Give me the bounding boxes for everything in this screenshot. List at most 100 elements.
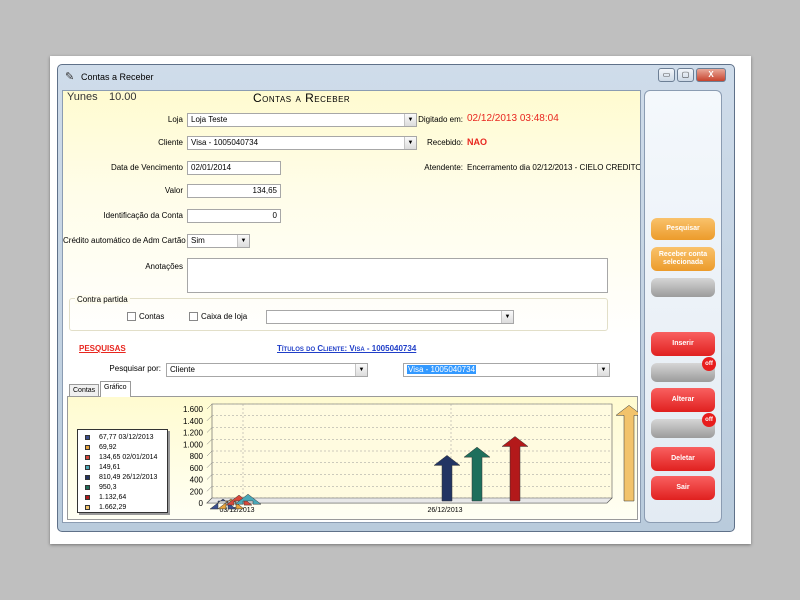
identificacao-label: Identificação da Conta	[103, 211, 183, 220]
credito-value: Sim	[191, 236, 205, 245]
anotacoes-label: Anotações	[145, 262, 183, 271]
legend-label: 950,3	[99, 484, 117, 491]
chevron-down-icon: ▼	[237, 235, 249, 247]
pesquisar-por-select[interactable]: Cliente ▼	[166, 363, 368, 377]
legend-swatch	[85, 465, 90, 470]
minimize-button[interactable]: ▭	[658, 68, 675, 82]
tab-grafico[interactable]: Gráfico	[100, 381, 131, 397]
contra-partida-title: Contra partida	[75, 295, 130, 304]
off-badge-2: off	[702, 413, 716, 427]
y-tick-label: 1.400	[183, 417, 204, 426]
title-bar: ✎ Contas a Receber ▭ ▢ X	[58, 65, 734, 88]
valor-input[interactable]: 134,65	[187, 184, 281, 198]
pesquisar-por-label: Pesquisar por:	[109, 364, 161, 373]
y-tick-label: 1.000	[183, 440, 204, 449]
titulos-link[interactable]: Títulos do Cliente: Visa - 1005040734	[277, 344, 416, 353]
atendente-value: Encerramento dia 02/12/2013 - CIELO CRED…	[467, 163, 641, 172]
y-tick-label: 200	[190, 487, 204, 496]
legend-entry: 67,77 03/12/2013	[82, 433, 168, 442]
y-tick-label: 800	[190, 452, 204, 461]
grid-tick	[206, 474, 213, 480]
grid-tick	[206, 450, 213, 457]
legend-entry: 950,3	[82, 483, 168, 492]
y-tick-label: 0	[199, 499, 204, 508]
vencimento-input[interactable]: 02/01/2014	[187, 161, 281, 175]
legend-entry: 810,49 26/12/2013	[82, 473, 168, 482]
maximize-button[interactable]: ▢	[677, 68, 694, 82]
caixa-checkbox[interactable]	[189, 312, 198, 321]
digitado-label: Digitado em:	[418, 115, 463, 124]
legend-entry: 149,61	[82, 463, 168, 472]
chart-floor	[206, 497, 613, 504]
grid-tick	[206, 439, 213, 445]
cliente-value: Visa - 1005040734	[191, 138, 259, 147]
pesquisas-link[interactable]: PESQUISAS	[79, 344, 126, 353]
legend-label: 810,49 26/12/2013	[99, 474, 158, 481]
version-label: 10.00	[109, 91, 137, 103]
chart-legend: 67,77 03/12/2013 69,92 134,65 02/01/2014 14…	[77, 429, 168, 513]
off-badge-1: off	[702, 357, 716, 371]
grid-tick	[206, 415, 213, 421]
vencimento-label: Data de Vencimento	[110, 163, 183, 172]
legend-label: 134,65 02/01/2014	[99, 454, 158, 461]
disabled-button-1	[651, 278, 715, 297]
y-tick-label: 400	[190, 476, 204, 485]
credito-select[interactable]: Sim ▼	[187, 234, 250, 248]
grid-tick	[206, 427, 213, 433]
legend-label: 67,77 03/12/2013	[99, 434, 154, 441]
legend-swatch	[85, 455, 90, 460]
deletar-button[interactable]: Deletar	[651, 447, 715, 471]
main-panel: Yunes 10.00 Contas a Receber Loja Loja T…	[62, 90, 641, 523]
y-tick-label: 1.600	[183, 405, 204, 414]
anotacoes-textarea[interactable]	[187, 258, 608, 293]
inserir-button[interactable]: Inserir	[651, 332, 715, 356]
window-title: Contas a Receber	[81, 72, 154, 82]
chevron-down-icon: ▼	[501, 311, 513, 323]
grid-tick	[206, 403, 213, 410]
legend-swatch	[85, 475, 90, 480]
chart-wall	[206, 403, 613, 504]
atendente-label: Atendente:	[424, 163, 463, 172]
loja-label: Loja	[167, 115, 183, 124]
recebido-value: NAO	[467, 137, 487, 147]
sair-button[interactable]: Sair	[651, 476, 715, 500]
grid-tick	[206, 462, 213, 468]
legend-swatch	[85, 495, 90, 500]
contra-partida-select[interactable]: ▼	[266, 310, 514, 324]
recebido-label: Recebido:	[426, 138, 463, 147]
y-tick-label: 1.200	[183, 429, 204, 438]
grid-tick	[206, 486, 213, 492]
legend-entry: 1.662,29	[82, 503, 168, 512]
action-sidebar: Pesquisar Receber conta selecionada Inse…	[644, 90, 722, 523]
credito-label: Crédito automático de Adm Cartão	[63, 236, 186, 245]
app-feather-icon: ✎	[65, 71, 75, 83]
loja-value: Loja Teste	[191, 115, 228, 124]
search-cliente-select[interactable]: Visa - 1005040734 ▼	[403, 363, 610, 377]
legend-entry: 134,65 02/01/2014	[82, 453, 168, 462]
contas-checkbox-label: Contas	[139, 312, 165, 321]
chevron-down-icon: ▼	[597, 364, 609, 376]
valor-label: Valor	[164, 186, 183, 195]
legend-entry: 69,92	[82, 443, 168, 452]
chart-bar-arrow	[615, 405, 638, 502]
pesquisar-por-value: Cliente	[170, 365, 195, 374]
chevron-down-icon: ▼	[355, 364, 367, 376]
legend-label: 1.662,29	[99, 504, 127, 511]
alterar-button[interactable]: Alterar	[651, 388, 715, 412]
user-name: Yunes	[67, 91, 98, 103]
close-button[interactable]: X	[696, 68, 726, 82]
page-title: Contas a Receber	[253, 91, 351, 105]
digitado-value: 02/12/2013 03:48:04	[467, 113, 559, 124]
legend-swatch	[85, 485, 90, 490]
contas-checkbox[interactable]	[127, 312, 136, 321]
pesquisar-button[interactable]: Pesquisar	[651, 218, 715, 240]
cliente-label: Cliente	[158, 138, 183, 147]
caixa-checkbox-label: Caixa de loja	[201, 312, 248, 321]
legend-swatch	[85, 435, 90, 440]
legend-label: 149,61	[99, 464, 121, 471]
identificacao-input[interactable]: 0	[187, 209, 281, 223]
legend-label: 69,92	[99, 444, 117, 451]
x-tick-label: 26/12/2013	[427, 507, 462, 514]
receber-conta-button[interactable]: Receber conta selecionada	[651, 247, 715, 271]
legend-swatch	[85, 505, 90, 510]
